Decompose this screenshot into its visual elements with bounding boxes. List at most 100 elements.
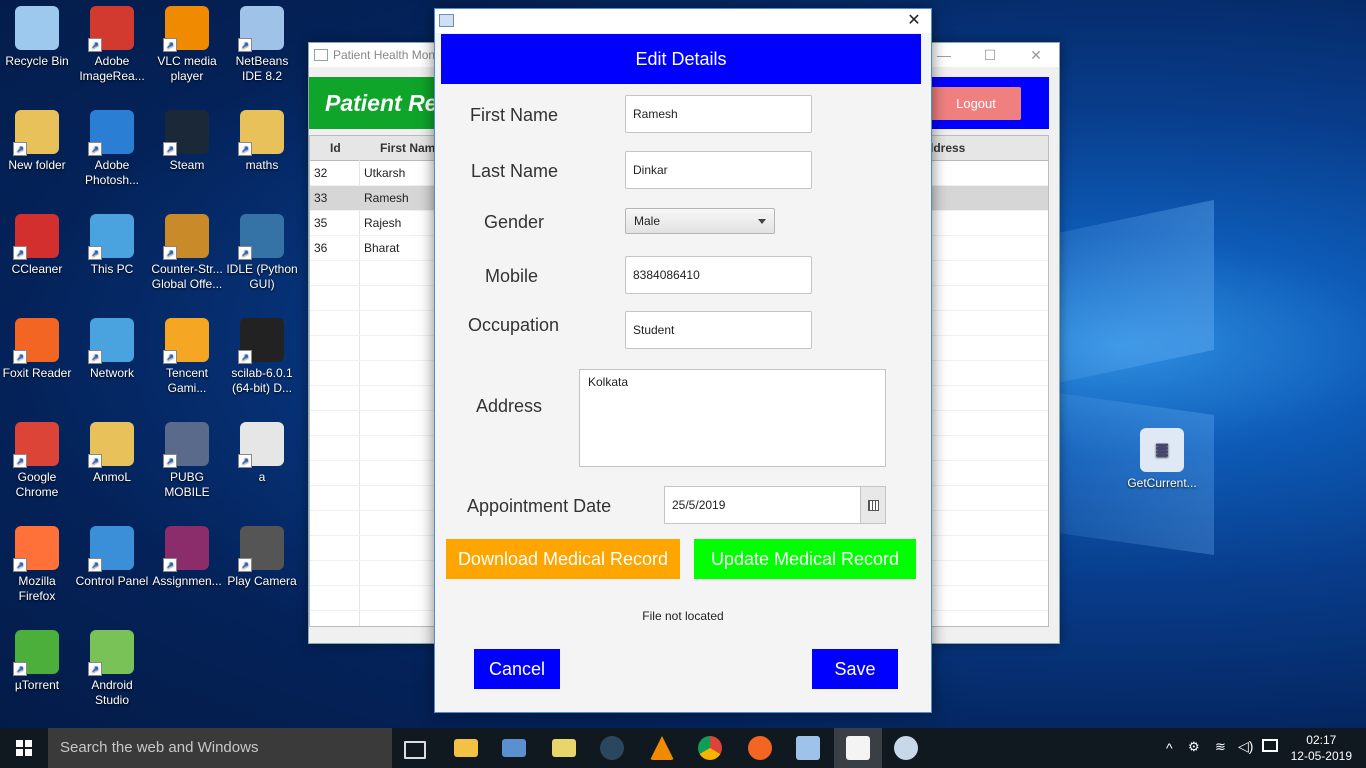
steam-icon: ↗ [163,110,209,156]
tencent-icon[interactable] [748,736,772,760]
desktop-icon-adobe-photoshop[interactable]: ↗ Adobe Photosh... [75,106,149,188]
action-center-icon[interactable] [1262,739,1278,752]
desktop-icon-winrar[interactable]: ↗ Assignmen... [150,522,224,589]
show-hidden-icons-icon[interactable]: ^ [1166,740,1173,756]
desktop-icon-vlc[interactable]: ↗ VLC media player [150,2,224,84]
edit-details-dialog[interactable]: ✕ Edit Details First Name Ramesh Last Na… [434,8,932,713]
shortcut-arrow-icon: ↗ [163,350,177,364]
desktop-icon-label: Tencent Gami... [165,366,209,395]
desktop-icon-utorrent[interactable]: ↗ µTorrent [0,626,74,693]
cell-id: 35 [314,216,328,230]
folder-icon: ↗ [238,110,284,156]
desktop-icon-camera[interactable]: ↗ Play Camera [225,522,299,589]
gender-value: Male [634,214,661,228]
desktop-icon-user-folder[interactable]: ↗ AnmoL [75,418,149,485]
desktop-icon-pubg[interactable]: ↗ PUBG MOBILE [150,418,224,500]
update-medical-record-button[interactable]: Update Medical Record [694,539,916,579]
desktop-icon-label: Play Camera [227,574,297,588]
pubg-icon: ↗ [163,422,209,468]
calendar-button[interactable] [860,487,885,523]
utorrent-icon: ↗ [13,630,59,676]
window-app-icon [314,49,328,61]
desktop-icon-label: GetCurrent... [1127,476,1197,490]
desktop-icon-adobe-imageready[interactable]: ↗ Adobe ImageRea... [75,2,149,84]
start-button[interactable] [0,728,48,768]
desktop-icon-chrome[interactable]: ↗ Google Chrome [0,418,74,500]
occupation-field[interactable]: Student [625,311,812,349]
first-name-label: First Name [470,105,559,125]
desktop-icon-netbeans[interactable]: ↗ NetBeans IDE 8.2 [225,2,299,84]
appointment-date-picker[interactable]: 25/5/2019 [664,486,886,524]
desktop-icon-firefox[interactable]: ↗ Mozilla Firefox [0,522,74,604]
desktop-icon-tencent[interactable]: ↗ Tencent Gami... [150,314,224,396]
last-name-field[interactable]: Dinkar [625,151,812,189]
desktop-icon-ccleaner[interactable]: ↗ CCleaner [0,210,74,277]
close-icon[interactable]: ✕ [897,9,931,33]
column-header-first-name[interactable]: First Nam [380,141,435,155]
csgo-icon: ↗ [163,214,209,260]
address-textarea[interactable]: Kolkata [579,369,886,467]
desktop-icon-python[interactable]: ↗ IDLE (Python GUI) [225,210,299,292]
desktop-icon-scilab[interactable]: ↗ scilab-6.0.1 (64-bit) D... [225,314,299,396]
mobile-field[interactable]: 8384086410 [625,256,812,294]
paint-icon[interactable] [894,736,918,760]
desktop-icon-label: Control Panel [75,574,149,588]
maximize-icon[interactable]: ☐ [967,43,1013,67]
cell-first-name: Ramesh [364,191,409,205]
column-header-id[interactable]: Id [330,141,341,155]
tray-settings-icon[interactable]: ⚙ [1188,739,1200,755]
firefox-icon: ↗ [13,526,59,572]
desktop-icon-label: scilab-6.0.1 (64-bit) D... [231,366,293,395]
volume-icon[interactable]: ◁) [1238,738,1253,755]
desktop-icon-csgo[interactable]: ↗ Counter-Str... Global Offe... [150,210,224,292]
netbeans-icon[interactable] [796,736,820,760]
java-app-taskbar-button[interactable] [834,728,882,768]
desktop-icon-folder[interactable]: ↗ maths [225,106,299,173]
desktop-icon-label: Mozilla Firefox [18,574,56,603]
cell-id: 33 [314,191,328,205]
chrome-icon[interactable] [698,736,722,760]
desktop-icon-android-studio[interactable]: ↗ Android Studio [75,626,149,708]
desktop-icon-control-panel[interactable]: ↗ Control Panel [75,522,149,589]
desktop-icon-network[interactable]: ↗ Network [75,314,149,381]
photos-icon[interactable] [552,739,576,757]
close-icon[interactable]: ✕ [1013,43,1059,67]
taskbar-clock[interactable]: 02:17 12-05-2019 [1291,732,1352,764]
shortcut-arrow-icon: ↗ [88,350,102,364]
wifi-icon[interactable]: ≋ [1215,739,1226,755]
first-name-field[interactable]: Ramesh [625,95,812,133]
control-panel-icon: ↗ [88,526,134,572]
save-button[interactable]: Save [812,649,898,689]
cancel-button[interactable]: Cancel [474,649,560,689]
vlc-icon[interactable] [650,736,674,760]
shortcut-arrow-icon: ↗ [163,558,177,572]
desktop-icon-getcurrent[interactable]: ≣ GetCurrent... [1122,424,1202,491]
tencent-icon: ↗ [163,318,209,364]
desktop-icon-file-gear[interactable]: ↗ a [225,418,299,485]
folder-icon: ↗ [13,110,59,156]
appointment-date-label: Appointment Date [467,496,612,516]
python-icon: ↗ [238,214,284,260]
desktop-icon-recycle-bin[interactable]: Recycle Bin [0,2,74,69]
desktop-icon-label: VLC media player [157,54,217,83]
last-name-label: Last Name [471,161,559,181]
desktop-icon-steam[interactable]: ↗ Steam [150,106,224,173]
remote-desktop-icon[interactable] [502,739,526,757]
desktop-icon-computer[interactable]: ↗ This PC [75,210,149,277]
shortcut-arrow-icon: ↗ [88,246,102,260]
taskbar-search-input[interactable]: Search the web and Windows [48,728,392,768]
desktop-icon-label: Counter-Str... Global Offe... [151,262,223,291]
shortcut-arrow-icon: ↗ [238,38,252,52]
task-view-icon[interactable] [404,741,426,759]
download-medical-record-button[interactable]: Download Medical Record [446,539,680,579]
desktop-icon-foxit[interactable]: ↗ Foxit Reader [0,314,74,381]
gender-select[interactable]: Male [625,208,775,234]
desktop-icon-folder[interactable]: ↗ New folder [0,106,74,173]
foxit-icon: ↗ [13,318,59,364]
dialog-titlebar[interactable]: ✕ [435,9,931,33]
recycle-bin-icon [15,6,59,50]
chevron-down-icon [758,219,766,224]
file-explorer-icon[interactable] [454,739,478,757]
steam-icon[interactable] [600,736,624,760]
logout-button[interactable]: Logout [931,87,1021,120]
